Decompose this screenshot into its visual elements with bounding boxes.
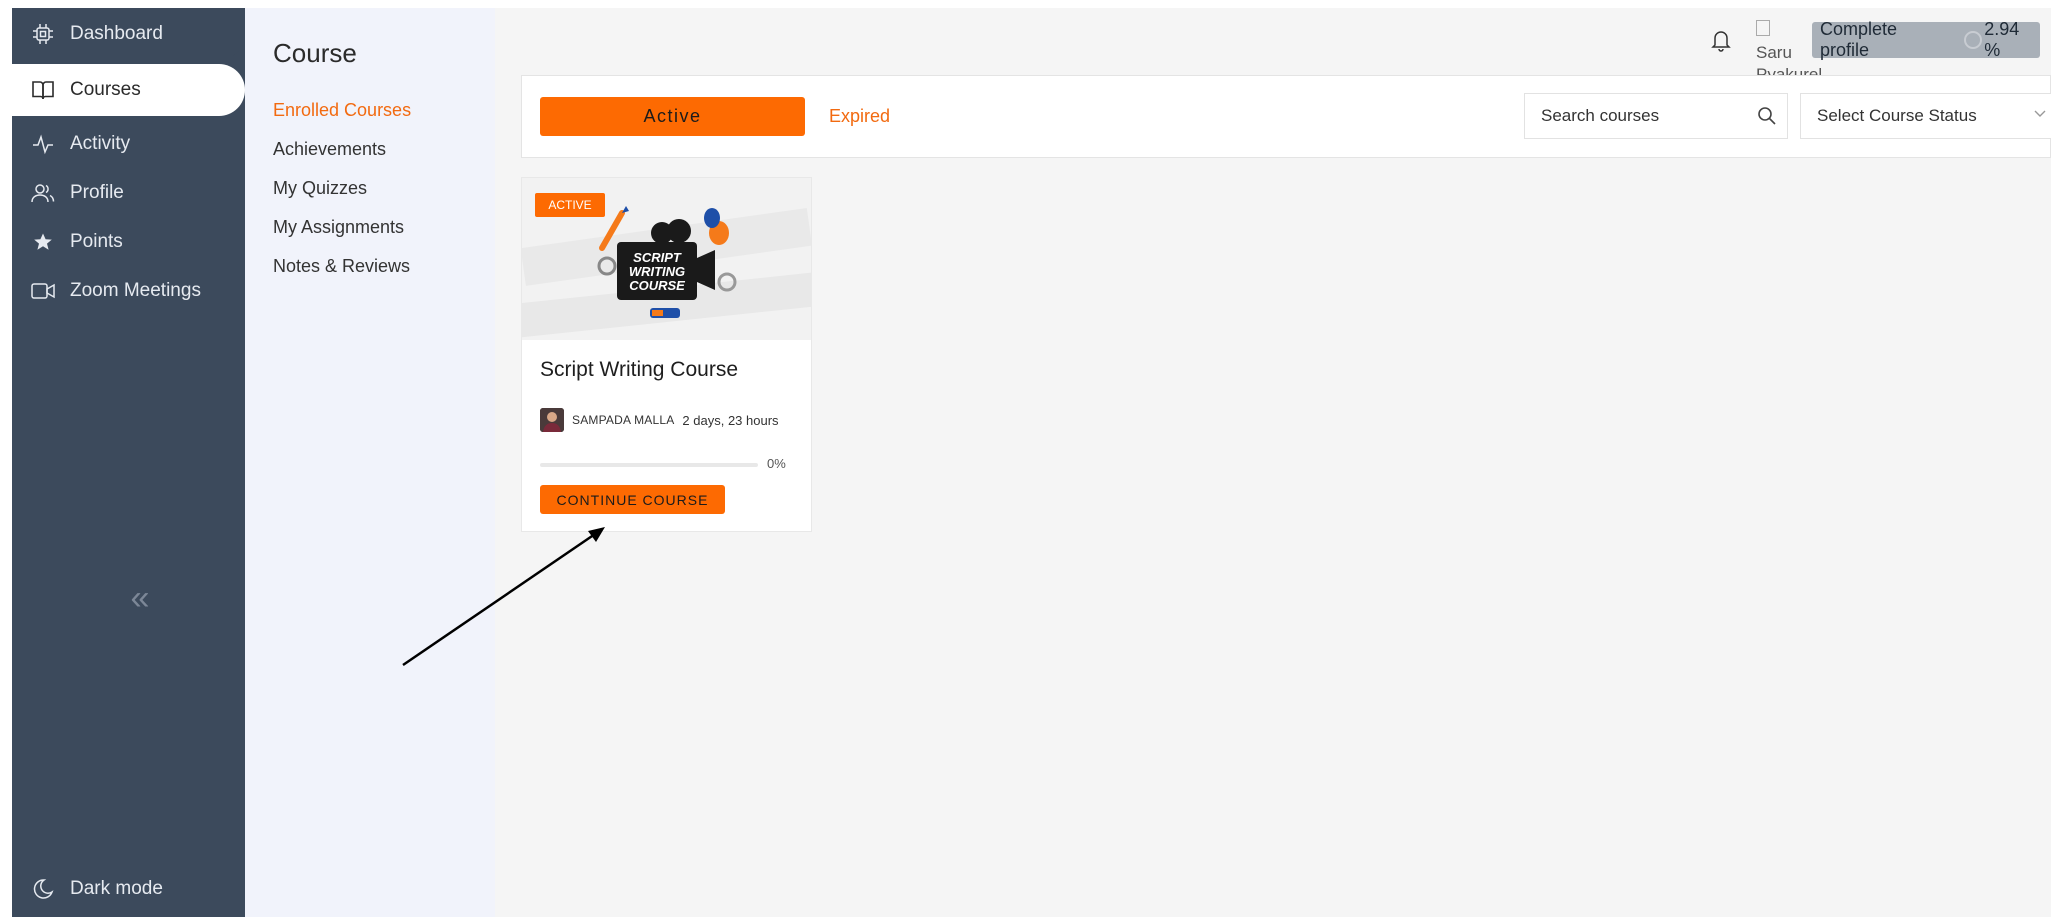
video-camera-icon	[30, 278, 56, 304]
continue-course-button[interactable]: CONTINUE COURSE	[540, 485, 725, 514]
course-title[interactable]: Script Writing Course	[540, 358, 738, 382]
course-card[interactable]: SCRIPT WRITING COURSE ACTIVE Script Writ…	[521, 177, 812, 532]
complete-profile-button[interactable]: Complete profile 2.94 %	[1812, 19, 2040, 60]
search-input[interactable]	[1539, 105, 1753, 127]
instructor-name: SAMPADA MALLA	[572, 413, 675, 427]
course-status-select[interactable]: Select Course Status	[1800, 93, 2051, 139]
sidebar-item-dashboard[interactable]: Dashboard	[12, 8, 245, 60]
status-badge: ACTIVE	[535, 193, 605, 217]
sidebar-item-label: Dashboard	[70, 23, 163, 44]
course-duration: 2 days, 23 hours	[682, 412, 779, 428]
moon-icon	[30, 876, 56, 902]
tab-expired[interactable]: Expired	[829, 106, 890, 127]
sidebar-item-courses[interactable]: Courses	[12, 64, 245, 116]
search-courses-field	[1524, 93, 1788, 139]
submenu-item-achievements[interactable]: Achievements	[273, 139, 386, 160]
sidebar-item-points[interactable]: Points	[12, 216, 245, 268]
submenu-title: Course	[273, 38, 357, 68]
course-progress-bar	[540, 463, 758, 467]
tab-active[interactable]: Active	[540, 97, 805, 136]
users-icon	[30, 180, 56, 206]
sidebar-item-label: Points	[70, 231, 123, 252]
course-status-select-value: Select Course Status	[1817, 106, 1977, 125]
sidebar-item-label: Zoom Meetings	[70, 280, 201, 301]
submenu-item-enrolled-courses[interactable]: Enrolled Courses	[273, 100, 411, 121]
main-sidebar: Dashboard Courses Activity Profile Point…	[12, 8, 245, 917]
broken-image-icon	[1756, 20, 1770, 36]
sidebar-item-zoom-meetings[interactable]: Zoom Meetings	[12, 265, 245, 317]
thumbnail-title-line2: WRITING	[629, 264, 685, 279]
thumbnail-title-line3: COURSE	[629, 278, 685, 293]
dark-mode-label: Dark mode	[70, 878, 163, 899]
dark-mode-toggle[interactable]: Dark mode	[30, 876, 163, 902]
course-progress-label: 0%	[767, 456, 786, 471]
sidebar-item-label: Courses	[70, 79, 141, 100]
complete-profile-label: Complete profile	[1820, 19, 1898, 60]
instructor-avatar	[540, 408, 564, 432]
star-icon	[30, 229, 56, 255]
sidebar-item-label: Activity	[70, 133, 131, 154]
course-filter-bar: Active Expired Select Course Status	[521, 75, 2051, 158]
progress-ring-icon	[1964, 31, 1983, 49]
course-thumbnail[interactable]: SCRIPT WRITING COURSE ACTIVE	[522, 178, 811, 340]
collapse-sidebar-button[interactable]: «	[115, 578, 165, 618]
avatar-alt-name-line1: Saru	[1756, 43, 1792, 62]
course-submenu: Course Enrolled Courses Achievements My …	[245, 8, 495, 917]
submenu-item-my-assignments[interactable]: My Assignments	[273, 217, 404, 238]
sidebar-item-profile[interactable]: Profile	[12, 167, 245, 219]
sidebar-item-label: Profile	[70, 182, 124, 203]
sidebar-item-activity[interactable]: Activity	[12, 118, 245, 170]
activity-pulse-icon	[30, 131, 56, 157]
chevron-down-icon	[2033, 106, 2047, 125]
search-icon[interactable]	[1757, 106, 1777, 126]
complete-profile-percent: 2.94 %	[1984, 19, 2020, 60]
submenu-item-my-quizzes[interactable]: My Quizzes	[273, 178, 367, 199]
notification-bell-icon[interactable]	[1710, 28, 1734, 54]
cpu-chip-icon	[30, 21, 56, 47]
thumbnail-title-line1: SCRIPT	[633, 250, 682, 265]
open-book-icon	[30, 77, 56, 103]
instructor-row: SAMPADA MALLA 2 days, 23 hours	[540, 408, 779, 432]
submenu-item-notes-reviews[interactable]: Notes & Reviews	[273, 256, 410, 277]
